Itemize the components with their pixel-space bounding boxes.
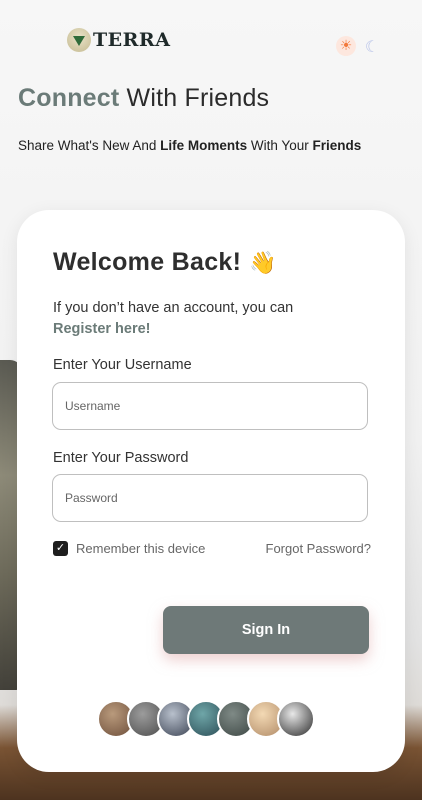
sub-prefix: Share What's New And bbox=[18, 138, 161, 153]
brand-name: TERRA bbox=[93, 29, 171, 51]
sub-bold-life-moments: Life Moments bbox=[160, 138, 248, 153]
waving-hand-icon: 👋 bbox=[249, 250, 277, 275]
sub-bold-friends: Friends bbox=[312, 138, 362, 153]
moon-icon[interactable]: ☾ bbox=[362, 36, 382, 56]
hero-headline: Connect With Friends bbox=[18, 84, 269, 113]
brand-logo[interactable]: TERRA bbox=[67, 28, 170, 52]
register-link[interactable]: Register here! bbox=[53, 321, 151, 337]
pine-tree-icon bbox=[67, 28, 91, 52]
sun-icon[interactable]: ☀ bbox=[336, 36, 356, 56]
remember-device[interactable]: ✓ Remember this device bbox=[53, 541, 205, 556]
username-label: Enter Your Username bbox=[53, 357, 192, 373]
sub-middle: With Your bbox=[247, 138, 313, 153]
sign-in-button[interactable]: Sign In bbox=[163, 606, 369, 654]
welcome-title: Welcome Back! 👋 bbox=[53, 248, 277, 277]
hero-subline: Share What's New And Life Moments With Y… bbox=[18, 138, 361, 153]
friend-avatars bbox=[97, 700, 315, 738]
theme-toggle[interactable]: ☀ ☾ bbox=[336, 36, 382, 56]
welcome-text: Welcome Back! bbox=[53, 248, 242, 276]
login-card: Welcome Back! 👋 If you don’t have an acco… bbox=[17, 210, 405, 772]
forgot-password-link[interactable]: Forgot Password? bbox=[266, 541, 372, 556]
remember-checkbox[interactable]: ✓ bbox=[53, 541, 68, 556]
avatar-7[interactable] bbox=[277, 700, 315, 738]
register-intro: If you don’t have an account, you can Re… bbox=[53, 298, 293, 340]
headline-rest: With Friends bbox=[119, 84, 270, 112]
username-input[interactable] bbox=[52, 382, 368, 430]
password-label: Enter Your Password bbox=[53, 450, 189, 466]
headline-accent: Connect bbox=[18, 84, 120, 112]
password-input[interactable] bbox=[52, 474, 368, 522]
remember-label: Remember this device bbox=[76, 541, 206, 556]
intro-text: If you don’t have an account, you can bbox=[53, 300, 294, 316]
